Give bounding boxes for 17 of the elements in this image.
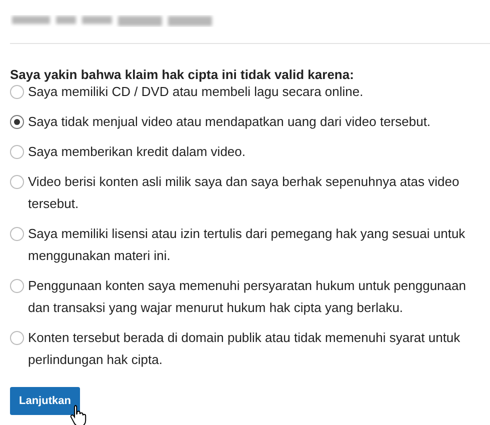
continue-button[interactable]: Lanjutkan bbox=[10, 387, 80, 415]
radio-button[interactable] bbox=[10, 279, 24, 293]
hand-pointer-icon bbox=[70, 404, 88, 425]
radio-button[interactable] bbox=[10, 85, 24, 99]
question-text: Saya yakin bahwa klaim hak cipta ini tidak valid karena: bbox=[10, 67, 355, 83]
option-label: Konten tersebut berada di domain publik atau tidak memenuhi syarat untuk perlindungan hak cipta. bbox=[28, 329, 462, 369]
option-label: Video berisi konten asli milik saya dan saya berhak sepenuhnya atas video tersebut. bbox=[28, 173, 460, 213]
option-label: Penggunaan konten saya memenuhi persyaratan hukum untuk penggunaan dan transaksi yang wajar menurut hukum hak cipta yang berlaku. bbox=[28, 277, 467, 317]
radio-button[interactable] bbox=[10, 115, 24, 129]
option-label: Saya memberikan kredit dalam video. bbox=[28, 143, 246, 161]
radio-button[interactable] bbox=[10, 227, 24, 241]
radio-button[interactable] bbox=[10, 145, 24, 159]
radio-button[interactable] bbox=[10, 175, 24, 189]
option-label: Saya memiliki CD / DVD atau membeli lagu secara online. bbox=[28, 83, 364, 101]
option-label: Saya tidak menjual video atau mendapatkan uang dari video tersebut. bbox=[28, 113, 432, 131]
option-label: Saya memiliki lisensi atau izin tertulis dari pemegang hak yang sesuai untuk menggunakan materi ini. bbox=[28, 225, 466, 265]
radio-button[interactable] bbox=[10, 331, 24, 345]
